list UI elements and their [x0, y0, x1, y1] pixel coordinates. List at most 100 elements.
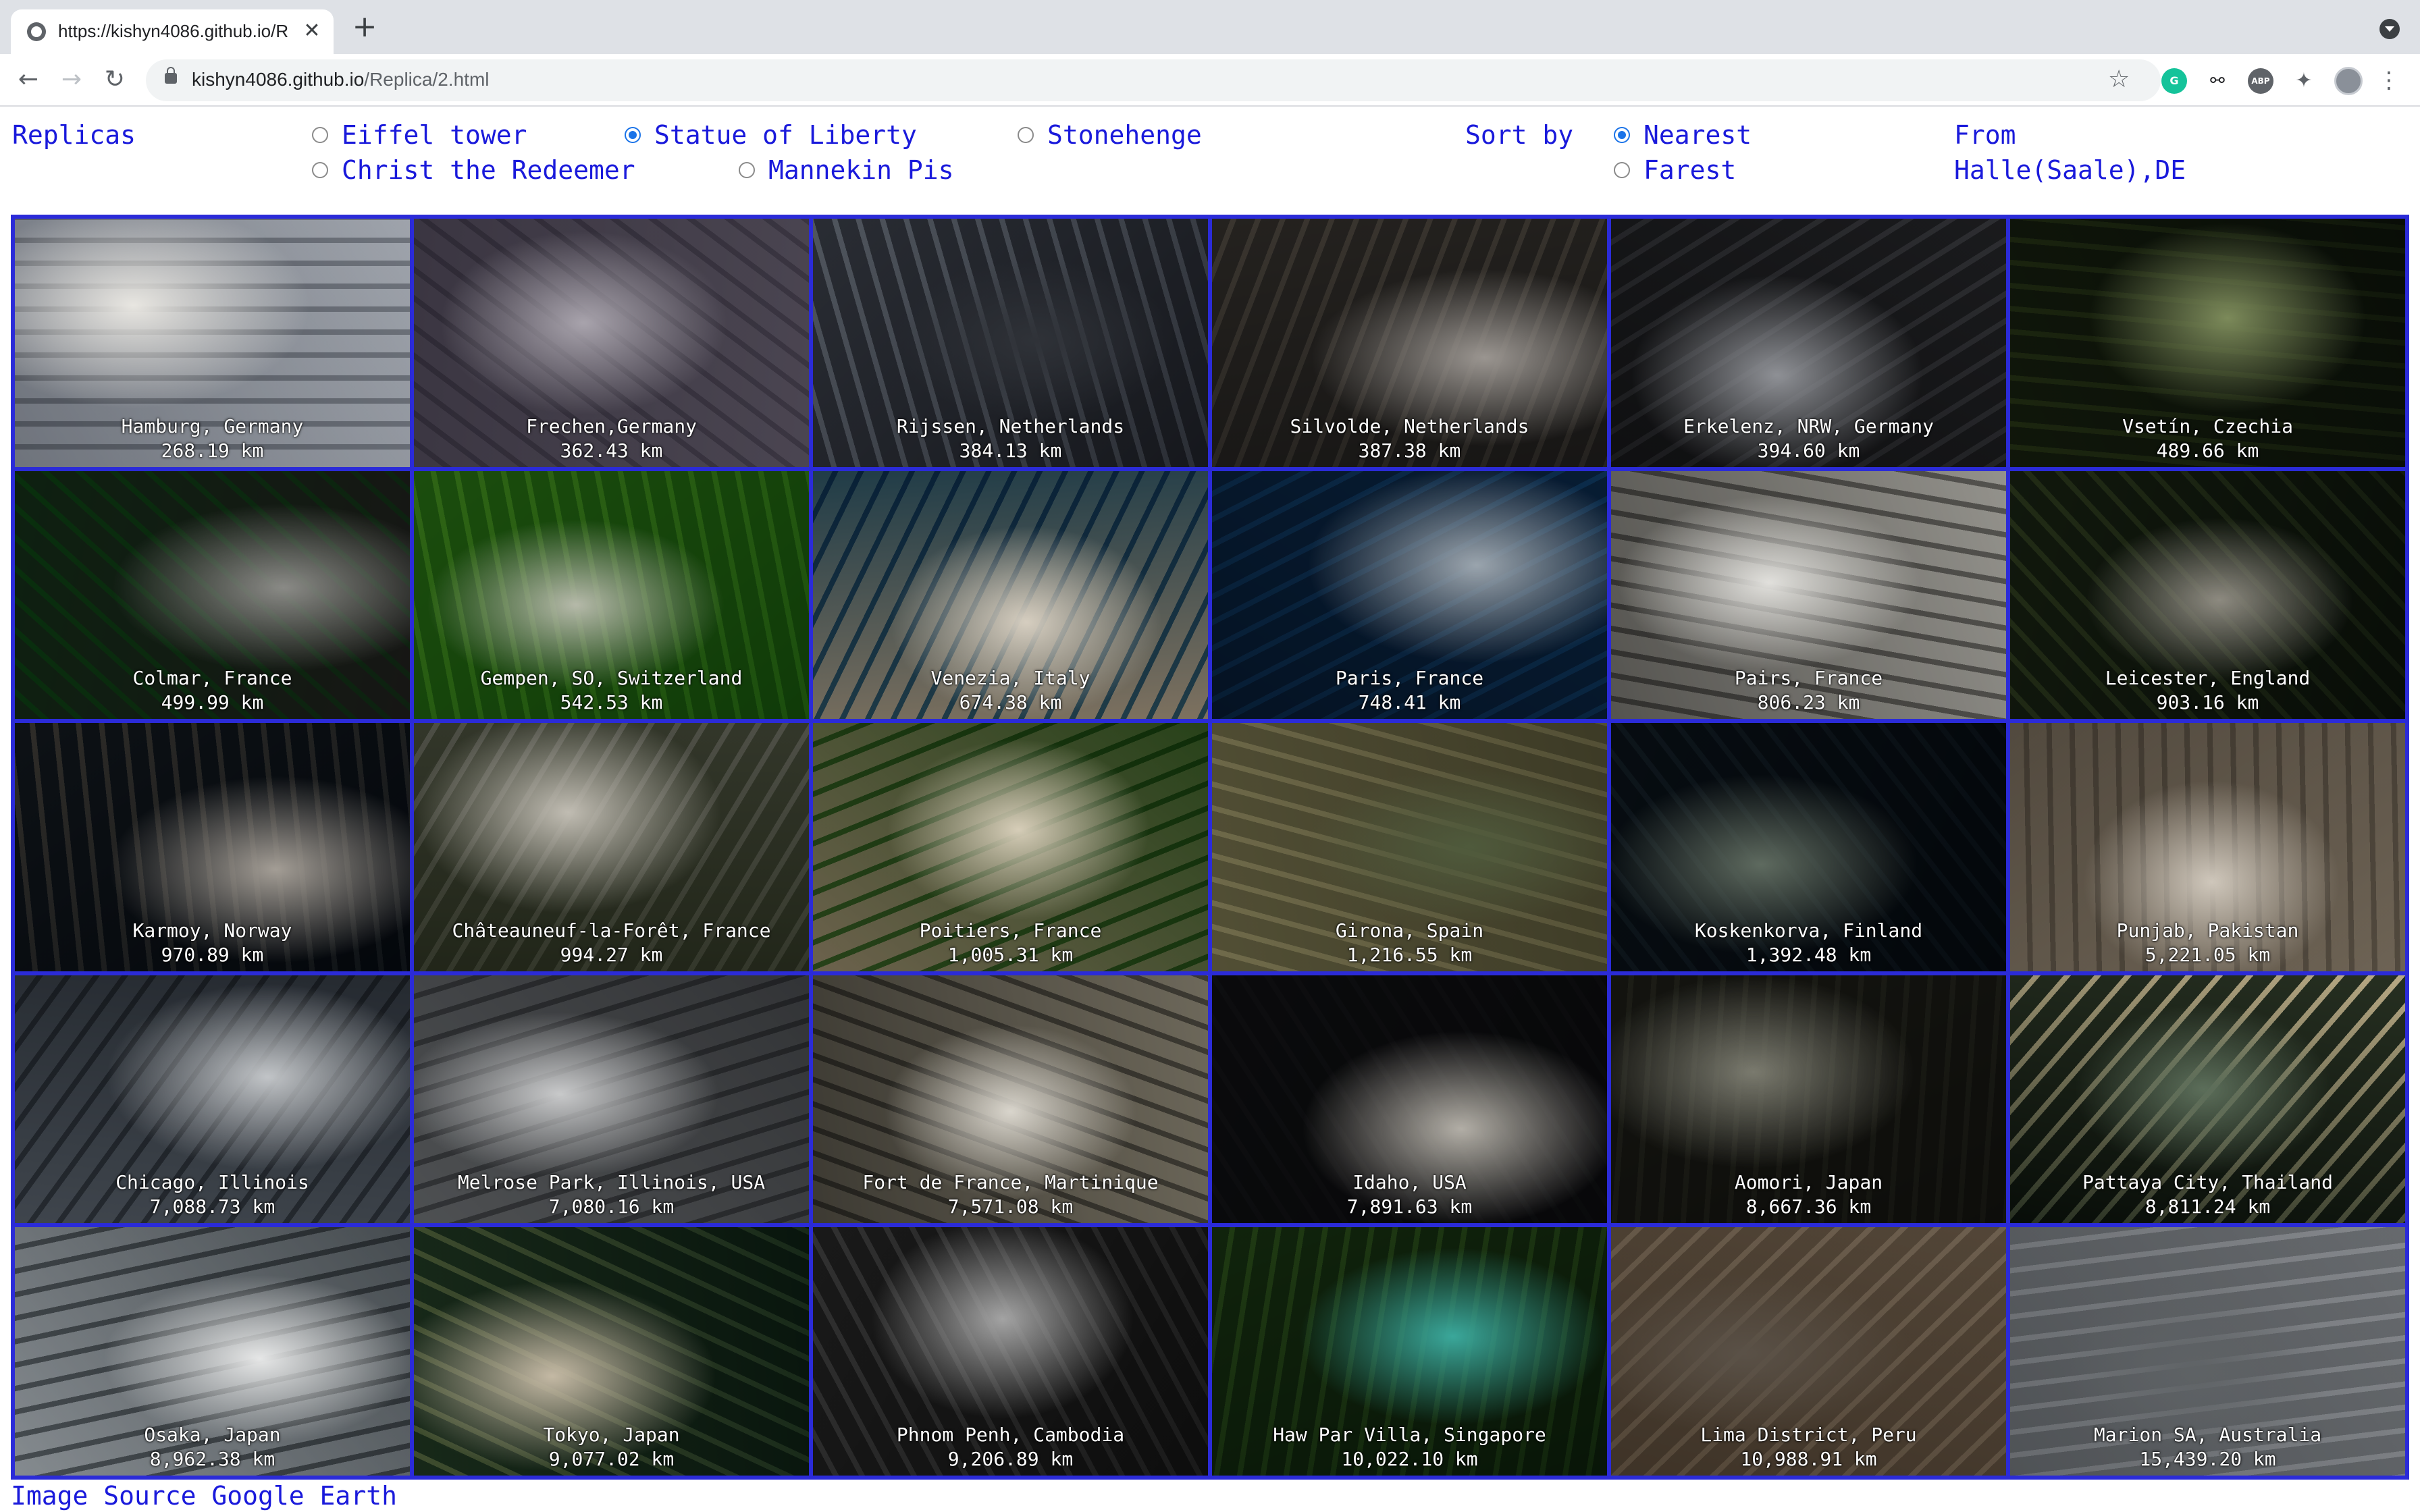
replica-card[interactable]: Châteauneuf-la-Forêt, France 994.27 km	[412, 721, 811, 973]
bookmark-star-icon[interactable]: ☆	[2108, 65, 2130, 94]
replica-grid: Hamburg, Germany 268.19 km Frechen,Germany…	[11, 215, 2409, 1480]
replica-card[interactable]: Koskenkorva, Finland 1,392.48 km	[1609, 721, 2008, 973]
radio-button[interactable]	[312, 162, 328, 178]
replica-card[interactable]: Vsetín, Czechia 489.66 km	[2008, 217, 2407, 469]
tab-title: https://kishyn4086.github.io/R	[58, 21, 288, 41]
landmark-option-christ-the-redeemer[interactable]: Christ the Redeemer	[312, 153, 635, 188]
replica-card[interactable]: Leicester, England 903.16 km	[2008, 468, 2407, 722]
sort-option-farest[interactable]: Farest	[1614, 153, 1736, 188]
replica-card[interactable]: Silvolde, Netherlands 387.38 km	[1210, 217, 1609, 469]
landmark-option-mannekin-pis[interactable]: Mannekin Pis	[739, 153, 954, 188]
address-url[interactable]: kishyn4086.github.io/Replica/2.html	[192, 69, 489, 90]
back-arrow-icon[interactable]: ←	[11, 62, 46, 97]
replica-card[interactable]: Idaho, USA 7,891.63 km	[1210, 973, 1609, 1226]
distance: 1,392.48 km	[1745, 943, 1872, 966]
place-name: Pairs, France	[1734, 667, 1883, 690]
distance: 903.16 km	[2156, 691, 2259, 714]
tab-search-icon[interactable]	[2379, 19, 2400, 39]
replica-card[interactable]: Karmoy, Norway 970.89 km	[13, 721, 412, 973]
replica-card[interactable]: Gempen, SO, Switzerland 542.53 km	[412, 468, 811, 722]
forward-arrow-icon[interactable]: →	[54, 62, 89, 97]
browser-tab[interactable]: https://kishyn4086.github.io/R ✕	[11, 9, 334, 54]
more-menu-icon[interactable]: ⋮	[2375, 65, 2402, 96]
extensions-puzzle-icon[interactable]: ✦	[2291, 68, 2317, 94]
glasses-extension-icon[interactable]: ⚯	[2205, 68, 2230, 94]
origin-label: From	[1954, 120, 2016, 150]
card-caption: Venezia, Italy 674.38 km	[813, 666, 1208, 715]
replica-card[interactable]: Paris, France 748.41 km	[1210, 468, 1609, 722]
replica-card[interactable]: Girona, Spain 1,216.55 km	[1210, 721, 1609, 973]
replica-card[interactable]: Phnom Penh, Cambodia 9,206.89 km	[811, 1225, 1210, 1478]
replica-card[interactable]: Osaka, Japan 8,962.38 km	[13, 1225, 412, 1478]
grammarly-extension-icon[interactable]: G	[2161, 68, 2187, 94]
reload-icon[interactable]: ↻	[97, 62, 132, 97]
landmark-label: Eiffel tower	[342, 120, 527, 150]
landmark-option-eiffel-tower[interactable]: Eiffel tower	[312, 117, 527, 153]
distance: 7,080.16 km	[548, 1195, 675, 1218]
card-caption: Erkelenz, NRW, Germany 394.60 km	[1611, 414, 2006, 463]
replica-card[interactable]: Melrose Park, Illinois, USA 7,080.16 km	[412, 973, 811, 1226]
distance: 387.38 km	[1358, 439, 1461, 462]
radio-button[interactable]	[312, 127, 328, 143]
card-caption: Chicago, Illinois 7,088.73 km	[15, 1170, 410, 1219]
place-name: Châteauneuf-la-Forêt, France	[452, 919, 771, 942]
distance: 1,216.55 km	[1346, 943, 1473, 966]
distance: 8,667.36 km	[1745, 1195, 1872, 1218]
place-name: Punjab, Pakistan	[2116, 919, 2299, 942]
distance: 970.89 km	[161, 943, 264, 966]
place-name: Gempen, SO, Switzerland	[480, 667, 743, 690]
card-caption: Lima District, Peru 10,988.91 km	[1611, 1423, 2006, 1472]
radio-button[interactable]	[1614, 162, 1630, 178]
place-name: Melrose Park, Illinois, USA	[457, 1171, 766, 1194]
place-name: Pattaya City, Thailand	[2082, 1171, 2333, 1194]
replica-card[interactable]: Pairs, France 806.23 km	[1609, 468, 2008, 722]
landmark-option-stonehenge[interactable]: Stonehenge	[1018, 117, 1202, 153]
replica-card[interactable]: Poitiers, France 1,005.31 km	[811, 721, 1210, 973]
radio-button[interactable]	[739, 162, 755, 178]
replica-card[interactable]: Marion SA, Australia 15,439.20 km	[2008, 1225, 2407, 1478]
place-name: Leicester, England	[2105, 667, 2311, 690]
replica-card[interactable]: Aomori, Japan 8,667.36 km	[1609, 973, 2008, 1226]
card-caption: Phnom Penh, Cambodia 9,206.89 km	[813, 1423, 1208, 1472]
replica-card[interactable]: Fort de France, Martinique 7,571.08 km	[811, 973, 1210, 1226]
radio-button-selected[interactable]	[625, 127, 641, 143]
replica-card[interactable]: Lima District, Peru 10,988.91 km	[1609, 1225, 2008, 1478]
replica-card[interactable]: Punjab, Pakistan 5,221.05 km	[2008, 721, 2407, 973]
place-name: Lima District, Peru	[1700, 1424, 1917, 1446]
radio-button-selected[interactable]	[1614, 127, 1630, 143]
adblock-plus-extension-icon[interactable]: ABP	[2248, 68, 2273, 94]
place-name: Phnom Penh, Cambodia	[896, 1424, 1125, 1446]
replica-card[interactable]: Pattaya City, Thailand 8,811.24 km	[2008, 973, 2407, 1226]
sort-option-nearest[interactable]: Nearest	[1614, 117, 1752, 153]
distance: 674.38 km	[959, 691, 1062, 714]
site-title: Replicas	[12, 120, 136, 150]
distance: 8,962.38 km	[149, 1448, 275, 1470]
replica-card[interactable]: Tokyo, Japan 9,077.02 km	[412, 1225, 811, 1478]
place-name: Marion SA, Australia	[2093, 1424, 2322, 1446]
replica-card[interactable]: Colmar, France 499.99 km	[13, 468, 412, 722]
radio-button[interactable]	[1018, 127, 1034, 143]
card-caption: Tokyo, Japan 9,077.02 km	[414, 1423, 809, 1472]
landmark-label: Mannekin Pis	[768, 155, 954, 185]
replica-card[interactable]: Frechen,Germany 362.43 km	[412, 217, 811, 469]
place-name: Karmoy, Norway	[132, 919, 292, 942]
new-tab-button[interactable]: +	[350, 12, 379, 43]
origin-value: Halle(Saale),DE	[1954, 155, 2186, 185]
replica-card[interactable]: Erkelenz, NRW, Germany 394.60 km	[1609, 217, 2008, 469]
place-name: Chicago, Illinois	[115, 1171, 309, 1194]
browser-tab-strip: https://kishyn4086.github.io/R ✕ +	[0, 0, 2420, 54]
landmark-option-statue-of-liberty[interactable]: Statue of Liberty	[625, 117, 917, 153]
replica-card[interactable]: Haw Par Villa, Singapore 10,022.10 km	[1210, 1225, 1609, 1478]
profile-avatar[interactable]	[2334, 67, 2363, 95]
address-bar[interactable]: kishyn4086.github.io/Replica/2.html ☆	[146, 59, 2161, 101]
card-caption: Karmoy, Norway 970.89 km	[15, 919, 410, 967]
card-caption: Aomori, Japan 8,667.36 km	[1611, 1170, 2006, 1219]
replica-card[interactable]: Venezia, Italy 674.38 km	[811, 468, 1210, 722]
replica-card[interactable]: Hamburg, Germany 268.19 km	[13, 217, 412, 469]
replica-card[interactable]: Chicago, Illinois 7,088.73 km	[13, 973, 412, 1226]
close-tab-icon[interactable]: ✕	[300, 19, 324, 43]
distance: 268.19 km	[161, 439, 264, 462]
lock-icon[interactable]	[165, 67, 177, 84]
replica-card[interactable]: Rijssen, Netherlands 384.13 km	[811, 217, 1210, 469]
distance: 994.27 km	[560, 943, 663, 966]
